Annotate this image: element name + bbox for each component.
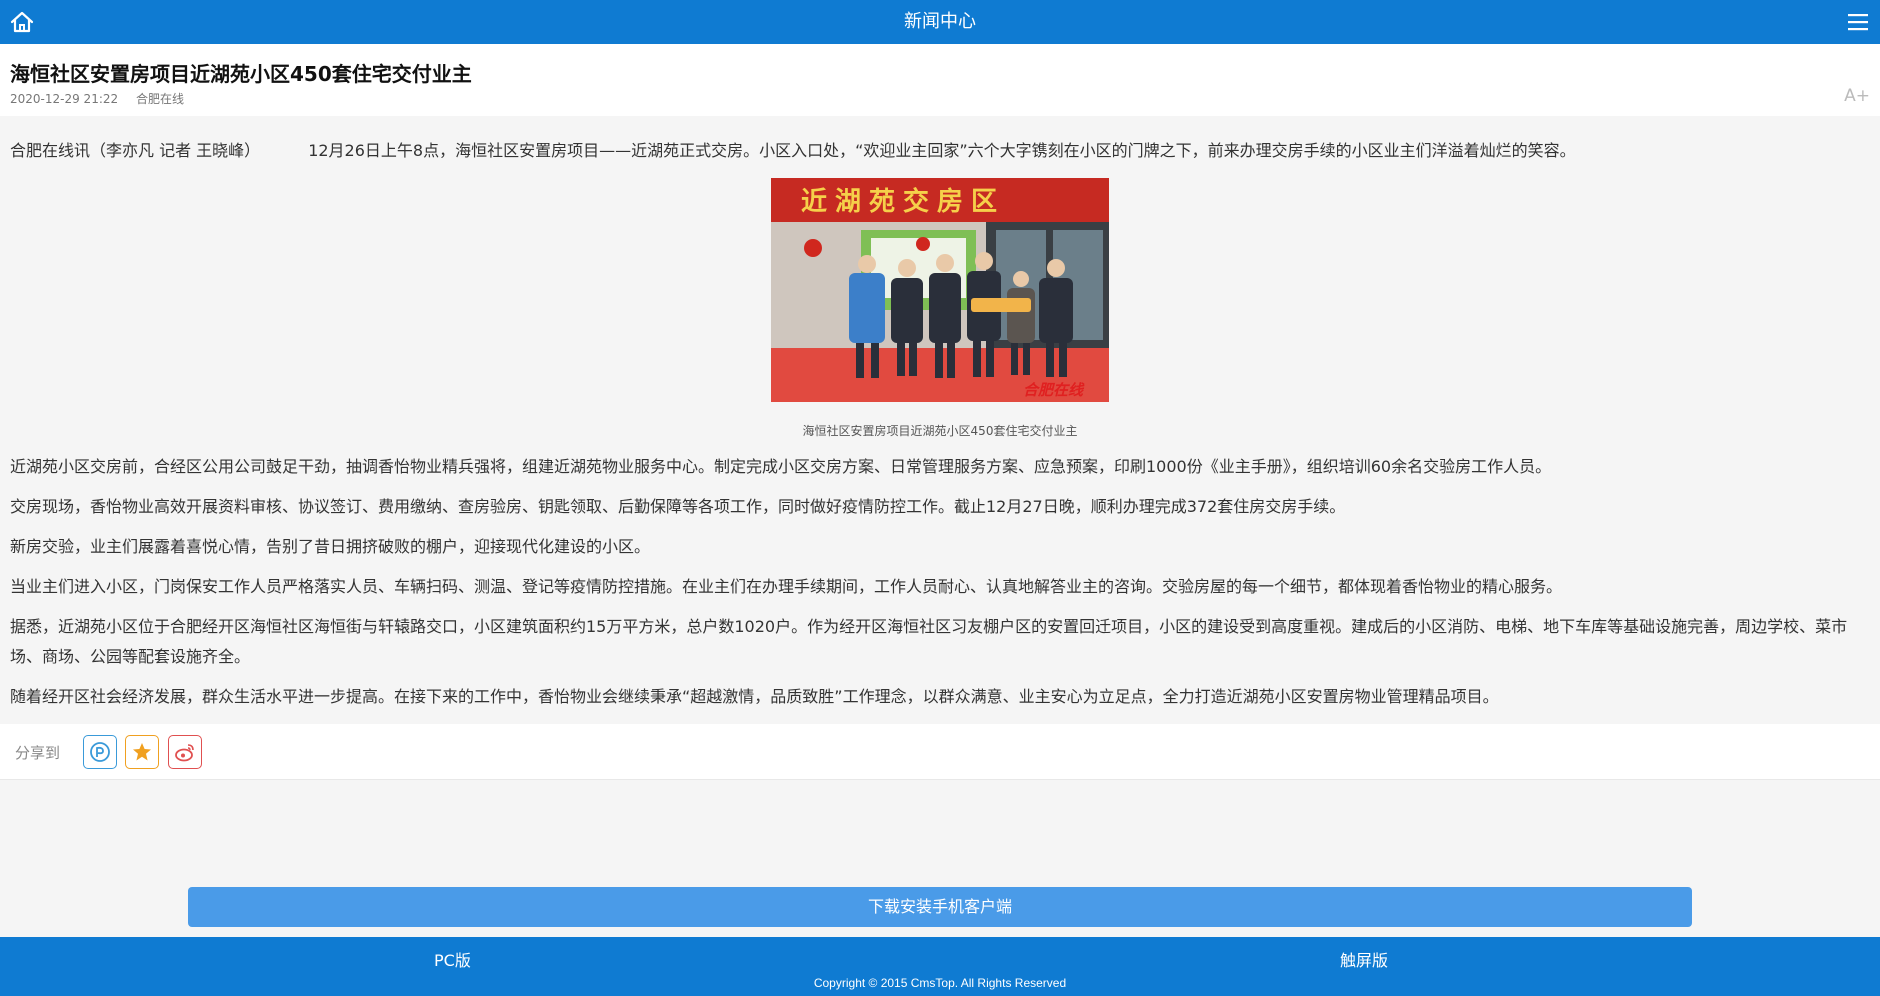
lead-text: 12月26日上午8点，海恒社区安置房项目——近湖苑正式交房。小区入口处，“欢迎业…	[308, 141, 1576, 160]
paragraph: 交房现场，香怡物业高效开展资料审核、协议签订、费用缴纳、查房验房、钥匙领取、后勤…	[10, 497, 1346, 516]
article-title: 海恒社区安置房项目近湖苑小区450套住宅交付业主	[10, 62, 472, 86]
copyright-text: Copyright © 2015 CmsTop. All Rights Rese…	[813, 976, 1067, 990]
share-favorite-button[interactable]	[125, 735, 159, 769]
article-body: 合肥在线讯（李亦凡 记者 王晓峰） 12月26日上午8点，海恒社区安置房项目——近…	[0, 116, 1880, 724]
page-title: 新闻中心	[904, 11, 976, 32]
qzone-icon	[90, 742, 110, 762]
paragraph: 据悉，近湖苑小区位于合肥经开区海恒社区海恒街与轩辕路交口，小区建筑面积约15万平…	[10, 617, 1848, 666]
touch-version-link[interactable]: 触屏版	[1340, 947, 1388, 971]
paragraph: 近湖苑小区交房前，合经区公用公司鼓足干劲，抽调香怡物业精兵强将，组建近湖苑物业服…	[10, 457, 1552, 476]
article-source[interactable]: 合肥在线	[136, 92, 184, 106]
share-bar: 分享到	[0, 724, 1880, 780]
share-weibo-button[interactable]	[168, 735, 202, 769]
favorite-star-icon	[133, 743, 151, 761]
share-qzone-button[interactable]	[83, 735, 117, 769]
article-photo[interactable]: 近湖苑交房区 合肥在线	[771, 178, 1109, 402]
pc-version-link[interactable]: PC版	[434, 947, 471, 971]
share-label: 分享到	[15, 744, 61, 762]
article-meta: 2020-12-29 21:22 合肥在线	[10, 90, 198, 107]
paragraph: 当业主们进入小区，门岗保安工作人员严格落实人员、车辆扫码、测温、登记等疫情防控措…	[10, 577, 1563, 596]
lead-paragraph: 合肥在线讯（李亦凡 记者 王晓峰） 12月26日上午8点，海恒社区安置房项目——近…	[10, 136, 1870, 166]
photo-illustration: 近湖苑交房区 合肥在线	[771, 178, 1109, 402]
weibo-icon	[175, 744, 194, 762]
photo-caption: 海恒社区安置房项目近湖苑小区450套住宅交付业主	[802, 424, 1078, 438]
photo-banner-text: 近湖苑交房区	[801, 186, 1005, 217]
article-date: 2020-12-29 21:22	[10, 92, 119, 106]
paragraph: 新房交验，业主们展露着喜悦心情，告别了昔日拥挤破败的棚户，迎接现代化建设的小区。	[10, 537, 651, 556]
download-app-button[interactable]: 下载安装手机客户端	[188, 887, 1692, 927]
article-header: 海恒社区安置房项目近湖苑小区450套住宅交付业主 2020-12-29 21:2…	[0, 44, 1880, 116]
lead-byline: 合肥在线讯（李亦凡 记者 王晓峰）	[10, 141, 261, 160]
photo-watermark: 合肥在线	[1023, 381, 1085, 399]
paragraph: 随着经开区社会经济发展，群众生活水平进一步提高。在接下来的工作中，香怡物业会继续…	[10, 687, 1499, 706]
footer: PC版 触屏版 Copyright © 2015 CmsTop. All Rig…	[0, 937, 1880, 996]
top-nav-bar: 新闻中心	[0, 0, 1880, 44]
font-size-button[interactable]: A+	[1844, 86, 1870, 106]
menu-icon[interactable]	[1846, 10, 1870, 34]
